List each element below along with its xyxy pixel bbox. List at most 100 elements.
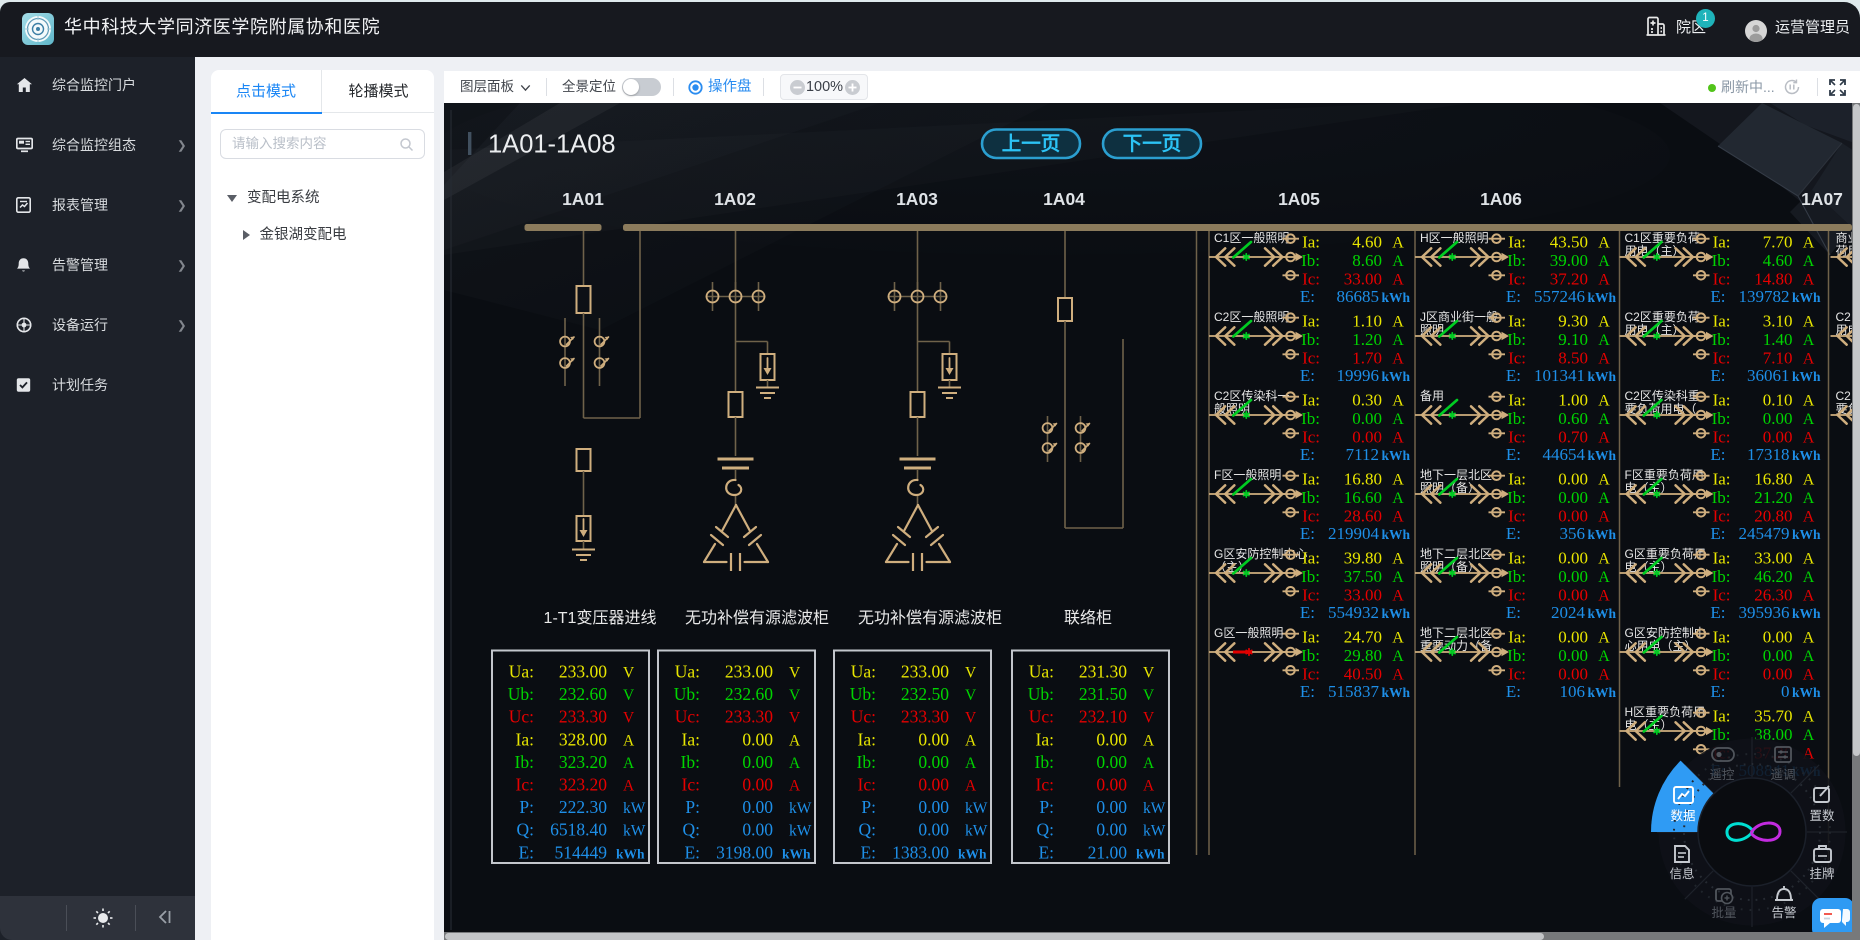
svg-text:kWh: kWh: [958, 846, 987, 861]
svg-text:0.00: 0.00: [1763, 409, 1793, 428]
svg-text:Ib:: Ib:: [1301, 567, 1320, 586]
svg-text:A: A: [1392, 393, 1404, 410]
svg-text:106: 106: [1560, 682, 1586, 701]
svg-text:219904: 219904: [1328, 524, 1380, 543]
svg-text:Ib:: Ib:: [1712, 646, 1731, 665]
svg-text:328.00: 328.00: [559, 729, 607, 749]
svg-text:Ib:: Ib:: [1507, 646, 1526, 665]
svg-text:0.00: 0.00: [742, 820, 773, 840]
svg-text:kWh: kWh: [1792, 606, 1821, 621]
svg-text:0.00: 0.00: [742, 729, 773, 749]
svg-text:29.80: 29.80: [1344, 646, 1382, 665]
svg-text:0.10: 0.10: [1763, 391, 1793, 410]
svg-text:1A05: 1A05: [1278, 189, 1320, 209]
svg-text:kWh: kWh: [1382, 448, 1411, 463]
svg-text:A: A: [1803, 411, 1815, 428]
svg-text:0.00: 0.00: [742, 752, 773, 772]
svg-text:7112: 7112: [1346, 445, 1379, 464]
svg-text:A: A: [965, 755, 977, 772]
svg-text:E:: E:: [1506, 445, 1521, 464]
svg-text:A: A: [1803, 588, 1815, 605]
svg-text:0.30: 0.30: [1352, 391, 1382, 410]
svg-text:1A06: 1A06: [1480, 189, 1522, 209]
svg-text:Uc:: Uc:: [1029, 707, 1054, 727]
svg-text:Ib:: Ib:: [1301, 409, 1320, 428]
svg-text:Ia:: Ia:: [1302, 233, 1320, 252]
svg-text:Ub:: Ub:: [674, 684, 700, 704]
svg-text:Ib:: Ib:: [1712, 251, 1731, 270]
svg-text:E:: E:: [518, 842, 534, 862]
svg-text:Ub:: Ub:: [850, 684, 876, 704]
svg-text:7.70: 7.70: [1763, 233, 1793, 252]
svg-text:E:: E:: [1710, 287, 1725, 306]
svg-text:E:: E:: [1506, 682, 1521, 701]
svg-text:0.00: 0.00: [1558, 628, 1588, 647]
svg-text:Ia:: Ia:: [682, 729, 700, 749]
svg-text:A: A: [1803, 709, 1815, 726]
svg-text:Ia:: Ia:: [516, 729, 534, 749]
svg-text:515837: 515837: [1328, 682, 1380, 701]
svg-text:A: A: [1803, 648, 1815, 665]
svg-text:Ia:: Ia:: [1302, 628, 1320, 647]
svg-text:数据: 数据: [1670, 808, 1695, 823]
svg-text:E:: E:: [1300, 603, 1315, 622]
svg-text:1.20: 1.20: [1352, 330, 1382, 349]
svg-text:kWh: kWh: [1136, 846, 1165, 861]
svg-text:Ia:: Ia:: [1508, 233, 1526, 252]
svg-text:233.30: 233.30: [559, 707, 607, 727]
svg-text:A: A: [1143, 755, 1155, 772]
svg-text:A: A: [1803, 490, 1815, 507]
svg-text:Ia:: Ia:: [858, 729, 876, 749]
svg-text:A: A: [1392, 314, 1404, 331]
svg-text:V: V: [623, 710, 635, 727]
svg-text:17318: 17318: [1747, 445, 1790, 464]
svg-text:A: A: [1392, 509, 1404, 526]
svg-text:6518.40: 6518.40: [550, 820, 607, 840]
svg-text:kWh: kWh: [1792, 527, 1821, 542]
svg-text:A: A: [1143, 778, 1155, 795]
svg-text:A: A: [1598, 630, 1610, 647]
svg-text:557246: 557246: [1534, 287, 1585, 306]
svg-text:Ic:: Ic:: [682, 775, 700, 795]
svg-text:kWh: kWh: [1588, 606, 1617, 621]
svg-text:V: V: [789, 687, 801, 704]
svg-text:kWh: kWh: [616, 846, 645, 861]
svg-text:A: A: [1392, 430, 1404, 447]
svg-text:下一页: 下一页: [1123, 133, 1182, 155]
svg-text:Ub:: Ub:: [508, 684, 534, 704]
svg-text:Ia:: Ia:: [1713, 707, 1731, 726]
svg-text:A: A: [1803, 551, 1815, 568]
svg-text:P:: P:: [861, 797, 876, 817]
svg-text:E:: E:: [1506, 287, 1521, 306]
svg-text:A: A: [1143, 732, 1155, 749]
svg-text:kW: kW: [1143, 823, 1166, 840]
svg-text:1.00: 1.00: [1558, 391, 1588, 410]
svg-text:0.00: 0.00: [742, 797, 773, 817]
svg-text:0.00: 0.00: [918, 797, 949, 817]
svg-text:kWh: kWh: [1792, 369, 1821, 384]
svg-text:Ib:: Ib:: [681, 752, 700, 772]
svg-text:233.30: 233.30: [901, 707, 949, 727]
svg-text:Ib:: Ib:: [1035, 752, 1054, 772]
svg-text:P:: P:: [1039, 797, 1054, 817]
svg-text:Ib:: Ib:: [1507, 330, 1526, 349]
svg-text:E:: E:: [1506, 366, 1521, 385]
svg-text:V: V: [789, 665, 801, 682]
svg-text:A: A: [1392, 411, 1404, 428]
svg-text:kW: kW: [965, 823, 988, 840]
svg-text:A: A: [1598, 667, 1610, 684]
svg-text:Ia:: Ia:: [1508, 312, 1526, 331]
svg-text:Ia:: Ia:: [1713, 391, 1731, 410]
svg-text:2024: 2024: [1551, 603, 1586, 622]
svg-text:24.70: 24.70: [1344, 628, 1382, 647]
svg-text:信息: 信息: [1669, 866, 1694, 881]
svg-text:1.40: 1.40: [1763, 330, 1793, 349]
svg-text:kW: kW: [789, 823, 812, 840]
svg-text:A: A: [789, 755, 801, 772]
svg-text:kWh: kWh: [1588, 527, 1617, 542]
svg-text:E:: E:: [1710, 366, 1725, 385]
svg-text:Ua:: Ua:: [509, 662, 534, 682]
svg-text:233.00: 233.00: [725, 662, 773, 682]
svg-text:Ib:: Ib:: [1712, 409, 1731, 428]
svg-text:A: A: [1392, 235, 1404, 252]
